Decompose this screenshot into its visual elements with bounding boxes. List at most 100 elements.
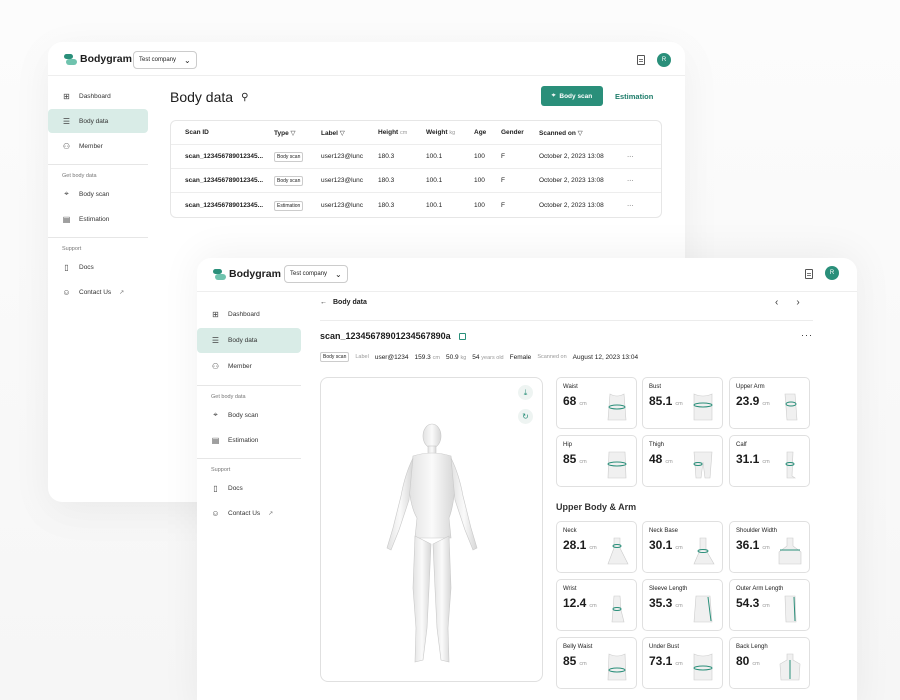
sleeve-length-diagram-icon — [693, 595, 713, 623]
document-icon[interactable] — [637, 55, 645, 65]
sidebar-item-body-scan[interactable]: ⌖ Body scan — [48, 182, 148, 206]
measurement-card-back-length[interactable]: Back Lengh 80 cm — [729, 637, 810, 689]
sidebar-item-estimation[interactable]: ▤ Estimation — [197, 428, 301, 452]
column-header[interactable]: Scanned on ▽ — [539, 129, 627, 137]
avatar[interactable]: R — [657, 53, 671, 67]
measurement-unit: cm — [589, 545, 597, 551]
body-scan-button[interactable]: ⌖ Body scan — [541, 86, 603, 106]
column-header[interactable]: Scan ID — [171, 129, 274, 136]
column-header[interactable]: Label ▽ — [321, 129, 378, 137]
column-header[interactable]: Height cm — [378, 129, 426, 136]
avatar[interactable]: R — [825, 266, 839, 280]
measurement-card-neck-base[interactable]: Neck Base 30.1 cm — [642, 521, 723, 573]
rotate-icon[interactable]: ↻ — [518, 409, 533, 424]
age-cell: 100 — [474, 201, 485, 209]
measurement-card-shoulder-width[interactable]: Shoulder Width 36.1 cm — [729, 521, 810, 573]
height-cell: 180.3 — [378, 153, 395, 160]
measurement-value: 12.4 — [563, 596, 587, 610]
measurement-card-hip[interactable]: Hip 85 cm — [556, 435, 637, 487]
row-menu-button[interactable]: ··· — [627, 153, 647, 160]
measurement-value: 31.1 — [736, 452, 760, 466]
column-header[interactable]: Age — [474, 129, 501, 136]
document-icon[interactable] — [805, 269, 813, 279]
measurement-unit: cm — [675, 661, 683, 667]
filter-icon[interactable]: ▽ — [578, 130, 583, 137]
sidebar-item-label: Contact Us — [79, 288, 112, 296]
filter-icon[interactable]: ▽ — [291, 130, 296, 137]
table-row[interactable]: scan_123456789012345... Body scan user12… — [171, 169, 661, 193]
arrow-left-icon: ← — [320, 299, 327, 306]
sidebar-item-dashboard[interactable]: ⊞ Dashboard — [48, 84, 148, 108]
company-selector[interactable]: Test company ⌄ — [133, 51, 197, 69]
sidebar-divider — [197, 385, 301, 386]
measurement-card-outer-arm-length[interactable]: Outer Arm Length 54.3 cm — [729, 579, 810, 631]
sidebar-item-contact[interactable]: ☺ Contact Us ↗ — [48, 280, 148, 304]
height-cell: 180.3 — [378, 177, 395, 184]
filter-icon[interactable]: ▽ — [340, 130, 345, 137]
column-header[interactable]: Weight kg — [426, 129, 474, 136]
sidebar-item-dashboard[interactable]: ⊞ Dashboard — [197, 302, 301, 327]
measurement-card-calf[interactable]: Calf 31.1 cm — [729, 435, 810, 487]
body-data-table: Scan ID Type ▽ Label ▽ Height cm Weight … — [170, 120, 662, 218]
sidebar-item-member[interactable]: ⚇ Member — [48, 134, 148, 158]
sidebar-item-body-data[interactable]: ☰ Body data — [197, 328, 301, 353]
chevron-right-icon[interactable]: › — [796, 297, 799, 308]
measurement-card-under-bust[interactable]: Under Bust 73.1 cm — [642, 637, 723, 689]
measurement-card-thigh[interactable]: Thigh 48 cm — [642, 435, 723, 487]
row-menu-button[interactable]: ··· — [627, 177, 647, 184]
measurement-card-wrist[interactable]: Wrist 12.4 cm — [556, 579, 637, 631]
sidebar-item-member[interactable]: ⚇ Member — [197, 354, 301, 379]
company-selector[interactable]: Test company ⌄ — [284, 265, 348, 283]
bodygram-logo[interactable]: Bodygram — [213, 268, 281, 280]
estimation-button[interactable]: Estimation — [615, 86, 653, 106]
scan-id-cell[interactable]: scan_123456789012345... — [171, 153, 274, 160]
waist-diagram-icon — [607, 393, 627, 421]
column-label: Label — [321, 129, 338, 137]
measurement-value: 54.3 — [736, 596, 760, 610]
back-length-diagram-icon — [779, 653, 801, 681]
measurement-value: 85.1 — [649, 394, 673, 408]
avatar-3d-viewer[interactable]: ⤓ ↻ — [320, 377, 543, 682]
copy-icon[interactable] — [458, 332, 466, 340]
measurement-unit: cm — [762, 401, 770, 407]
sidebar-item-label: Estimation — [228, 436, 259, 444]
label-cell: user123@lunc — [321, 177, 364, 184]
measurement-card-neck[interactable]: Neck 28.1 cm — [556, 521, 637, 573]
measurement-card-upper-arm[interactable]: Upper Arm 23.9 cm — [729, 377, 810, 429]
weight-cell: 100.1 — [426, 153, 443, 160]
measurement-card-waist[interactable]: Waist 68 cm — [556, 377, 637, 429]
unit-label: cm — [400, 130, 408, 136]
sidebar-item-docs[interactable]: ▯ Docs — [48, 255, 148, 279]
measurement-name: Back Lengh — [736, 644, 768, 650]
column-header[interactable]: Gender — [501, 129, 539, 136]
measurement-card-bust[interactable]: Bust 85.1 cm — [642, 377, 723, 429]
measurement-card-belly-waist[interactable]: Belly Waist 85 cm — [556, 637, 637, 689]
more-options-button[interactable]: ··· — [801, 330, 813, 340]
back-to-body-data-link[interactable]: ← Body data — [320, 299, 367, 306]
sidebar-item-contact[interactable]: ☺ Contact Us ↗ — [197, 501, 301, 525]
sidebar-item-body-data[interactable]: ☰ Body data — [48, 109, 148, 133]
measurement-card-sleeve-length[interactable]: Sleeve Length 35.3 cm — [642, 579, 723, 631]
scan-icon: ⌖ — [64, 189, 69, 198]
search-icon[interactable]: ⚲ — [241, 92, 248, 103]
table-row[interactable]: scan_123456789012345... Body scan user12… — [171, 145, 661, 169]
estimation-icon: ▤ — [62, 214, 71, 224]
download-icon[interactable]: ⤓ — [518, 385, 533, 400]
column-header[interactable]: Type ▽ — [274, 129, 321, 137]
measurement-name: Calf — [736, 442, 747, 448]
sidebar-item-docs[interactable]: ▯ Docs — [197, 476, 301, 500]
measurement-name: Waist — [563, 384, 578, 390]
table-row[interactable]: scan_123456789012345... Estimation user1… — [171, 193, 661, 217]
scan-id-cell[interactable]: scan_123456789012345... — [171, 202, 274, 209]
sidebar-item-estimation[interactable]: ▤ Estimation — [48, 207, 148, 231]
measurement-name: Belly Waist — [563, 644, 593, 650]
row-menu-button[interactable]: ··· — [627, 202, 647, 209]
measurement-name: Hip — [563, 442, 573, 448]
sidebar-item-body-scan[interactable]: ⌖ Body scan — [197, 403, 301, 427]
bodygram-logo[interactable]: Bodygram — [64, 53, 132, 65]
chevron-down-icon: ⌄ — [335, 269, 342, 279]
chevron-left-icon[interactable]: ‹ — [775, 297, 778, 308]
external-link-icon: ↗ — [268, 510, 274, 517]
scan-id-cell[interactable]: scan_123456789012345... — [171, 177, 274, 184]
weight-cell: 100.1 — [426, 201, 443, 209]
